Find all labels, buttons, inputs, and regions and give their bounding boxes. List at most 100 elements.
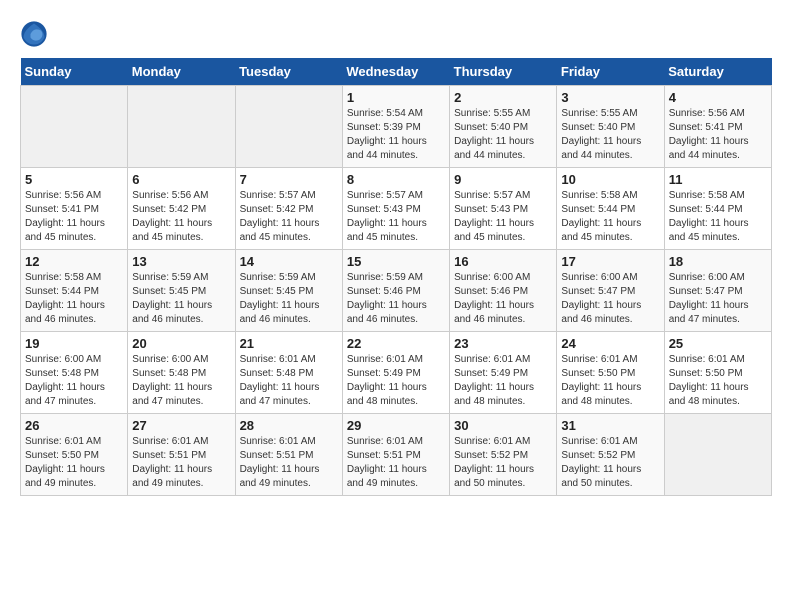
day-number: 9	[454, 172, 552, 187]
table-row: 13 Sunrise: 5:59 AMSunset: 5:45 PMDayligh…	[128, 250, 235, 332]
header-sunday: Sunday	[21, 58, 128, 86]
table-row: 1 Sunrise: 5:54 AMSunset: 5:39 PMDaylight…	[342, 86, 449, 168]
table-row: 31 Sunrise: 6:01 AMSunset: 5:52 PMDayligh…	[557, 414, 664, 496]
day-info: Sunrise: 5:56 AMSunset: 5:42 PMDaylight:…	[132, 189, 230, 245]
day-info: Sunrise: 6:01 AMSunset: 5:51 PMDaylight:…	[132, 435, 230, 491]
day-info: Sunrise: 5:57 AMSunset: 5:42 PMDaylight:…	[240, 189, 338, 245]
day-info: Sunrise: 6:01 AMSunset: 5:52 PMDaylight:…	[561, 435, 659, 491]
day-number: 13	[132, 254, 230, 269]
day-info: Sunrise: 6:01 AMSunset: 5:51 PMDaylight:…	[240, 435, 338, 491]
day-info: Sunrise: 6:01 AMSunset: 5:51 PMDaylight:…	[347, 435, 445, 491]
calendar-week-row: 12 Sunrise: 5:58 AMSunset: 5:44 PMDayligh…	[21, 250, 772, 332]
table-row: 2Sunrise: 5:55 AMSunset: 5:40 PMDaylight…	[450, 86, 557, 168]
table-row: 18 Sunrise: 6:00 AMSunset: 5:47 PMDayligh…	[664, 250, 771, 332]
day-info: Sunrise: 6:00 AMSunset: 5:46 PMDaylight:…	[454, 271, 552, 327]
day-number: 18	[669, 254, 767, 269]
day-number: 15	[347, 254, 445, 269]
day-number: 26	[25, 418, 123, 433]
calendar-week-row: 1 Sunrise: 5:54 AMSunset: 5:39 PMDaylight…	[21, 86, 772, 168]
calendar-week-row: 19 Sunrise: 6:00 AMSunset: 5:48 PMDayligh…	[21, 332, 772, 414]
table-row	[21, 86, 128, 168]
day-info: Sunrise: 6:00 AMSunset: 5:47 PMDaylight:…	[669, 271, 767, 327]
day-number: 3	[561, 90, 659, 105]
day-info: Sunrise: 5:59 AMSunset: 5:46 PMDaylight:…	[347, 271, 445, 327]
table-row: 17 Sunrise: 6:00 AMSunset: 5:47 PMDayligh…	[557, 250, 664, 332]
day-info: Sunrise: 6:01 AMSunset: 5:50 PMDaylight:…	[25, 435, 123, 491]
day-info: Sunrise: 6:01 AMSunset: 5:49 PMDaylight:…	[347, 353, 445, 409]
day-info: Sunrise: 6:01 AMSunset: 5:50 PMDaylight:…	[669, 353, 767, 409]
table-row: 26 Sunrise: 6:01 AMSunset: 5:50 PMDayligh…	[21, 414, 128, 496]
header-thursday: Thursday	[450, 58, 557, 86]
table-row: 21 Sunrise: 6:01 AMSunset: 5:48 PMDayligh…	[235, 332, 342, 414]
page-header	[20, 20, 772, 48]
calendar-table: Sunday Monday Tuesday Wednesday Thursday…	[20, 58, 772, 496]
day-number: 4	[669, 90, 767, 105]
table-row: 16 Sunrise: 6:00 AMSunset: 5:46 PMDayligh…	[450, 250, 557, 332]
table-row: 14 Sunrise: 5:59 AMSunset: 5:45 PMDayligh…	[235, 250, 342, 332]
table-row: 20 Sunrise: 6:00 AMSunset: 5:48 PMDayligh…	[128, 332, 235, 414]
table-row	[235, 86, 342, 168]
day-info: Sunrise: 6:00 AMSunset: 5:48 PMDaylight:…	[132, 353, 230, 409]
day-number: 29	[347, 418, 445, 433]
logo	[20, 20, 52, 48]
table-row: 12 Sunrise: 5:58 AMSunset: 5:44 PMDayligh…	[21, 250, 128, 332]
table-row: 10 Sunrise: 5:58 AMSunset: 5:44 PMDayligh…	[557, 168, 664, 250]
day-number: 7	[240, 172, 338, 187]
table-row: 3 Sunrise: 5:55 AMSunset: 5:40 PMDaylight…	[557, 86, 664, 168]
table-row: 23 Sunrise: 6:01 AMSunset: 5:49 PMDayligh…	[450, 332, 557, 414]
day-info: Sunrise: 6:00 AMSunset: 5:48 PMDaylight:…	[25, 353, 123, 409]
table-row: 8Sunrise: 5:57 AMSunset: 5:43 PMDaylight…	[342, 168, 449, 250]
table-row: 6 Sunrise: 5:56 AMSunset: 5:42 PMDaylight…	[128, 168, 235, 250]
day-info: Sunrise: 5:58 AMSunset: 5:44 PMDaylight:…	[669, 189, 767, 245]
header-monday: Monday	[128, 58, 235, 86]
day-number: 17	[561, 254, 659, 269]
day-info: Sunrise: 5:59 AMSunset: 5:45 PMDaylight:…	[240, 271, 338, 327]
day-info: Sunrise: 5:58 AMSunset: 5:44 PMDaylight:…	[561, 189, 659, 245]
day-info: Sunrise: 5:57 AMSunset: 5:43 PMDaylight:…	[454, 189, 552, 245]
day-number: 25	[669, 336, 767, 351]
day-number: 31	[561, 418, 659, 433]
day-info: Sunrise: 5:59 AMSunset: 5:45 PMDaylight:…	[132, 271, 230, 327]
day-number: 16	[454, 254, 552, 269]
day-number: 20	[132, 336, 230, 351]
table-row: 19 Sunrise: 6:00 AMSunset: 5:48 PMDayligh…	[21, 332, 128, 414]
table-row: 5Sunrise: 5:56 AMSunset: 5:41 PMDaylight…	[21, 168, 128, 250]
day-info: Sunrise: 6:01 AMSunset: 5:48 PMDaylight:…	[240, 353, 338, 409]
weekday-header-row: Sunday Monday Tuesday Wednesday Thursday…	[21, 58, 772, 86]
day-number: 21	[240, 336, 338, 351]
day-number: 23	[454, 336, 552, 351]
header-saturday: Saturday	[664, 58, 771, 86]
table-row	[664, 414, 771, 496]
day-info: Sunrise: 5:58 AMSunset: 5:44 PMDaylight:…	[25, 271, 123, 327]
logo-icon	[20, 20, 48, 48]
day-info: Sunrise: 6:01 AMSunset: 5:52 PMDaylight:…	[454, 435, 552, 491]
day-number: 22	[347, 336, 445, 351]
table-row: 27 Sunrise: 6:01 AMSunset: 5:51 PMDayligh…	[128, 414, 235, 496]
table-row	[128, 86, 235, 168]
header-friday: Friday	[557, 58, 664, 86]
day-number: 28	[240, 418, 338, 433]
day-info: Sunrise: 6:01 AMSunset: 5:50 PMDaylight:…	[561, 353, 659, 409]
table-row: 9 Sunrise: 5:57 AMSunset: 5:43 PMDaylight…	[450, 168, 557, 250]
day-info: Sunrise: 5:57 AMSunset: 5:43 PMDaylight:…	[347, 189, 445, 245]
table-row: 4Sunrise: 5:56 AMSunset: 5:41 PMDaylight…	[664, 86, 771, 168]
day-number: 1	[347, 90, 445, 105]
day-number: 14	[240, 254, 338, 269]
day-info: Sunrise: 6:00 AMSunset: 5:47 PMDaylight:…	[561, 271, 659, 327]
day-number: 27	[132, 418, 230, 433]
day-number: 10	[561, 172, 659, 187]
day-info: Sunrise: 6:01 AMSunset: 5:49 PMDaylight:…	[454, 353, 552, 409]
day-number: 19	[25, 336, 123, 351]
day-number: 11	[669, 172, 767, 187]
table-row: 11 Sunrise: 5:58 AMSunset: 5:44 PMDayligh…	[664, 168, 771, 250]
table-row: 30 Sunrise: 6:01 AMSunset: 5:52 PMDayligh…	[450, 414, 557, 496]
day-info: Sunrise: 5:55 AMSunset: 5:40 PMDaylight:…	[561, 107, 659, 163]
day-info: Sunrise: 5:54 AMSunset: 5:39 PMDaylight:…	[347, 107, 445, 163]
header-wednesday: Wednesday	[342, 58, 449, 86]
day-info: Sunrise: 5:56 AMSunset: 5:41 PMDaylight:…	[25, 189, 123, 245]
day-number: 24	[561, 336, 659, 351]
day-number: 12	[25, 254, 123, 269]
day-number: 6	[132, 172, 230, 187]
day-number: 30	[454, 418, 552, 433]
table-row: 29 Sunrise: 6:01 AMSunset: 5:51 PMDayligh…	[342, 414, 449, 496]
